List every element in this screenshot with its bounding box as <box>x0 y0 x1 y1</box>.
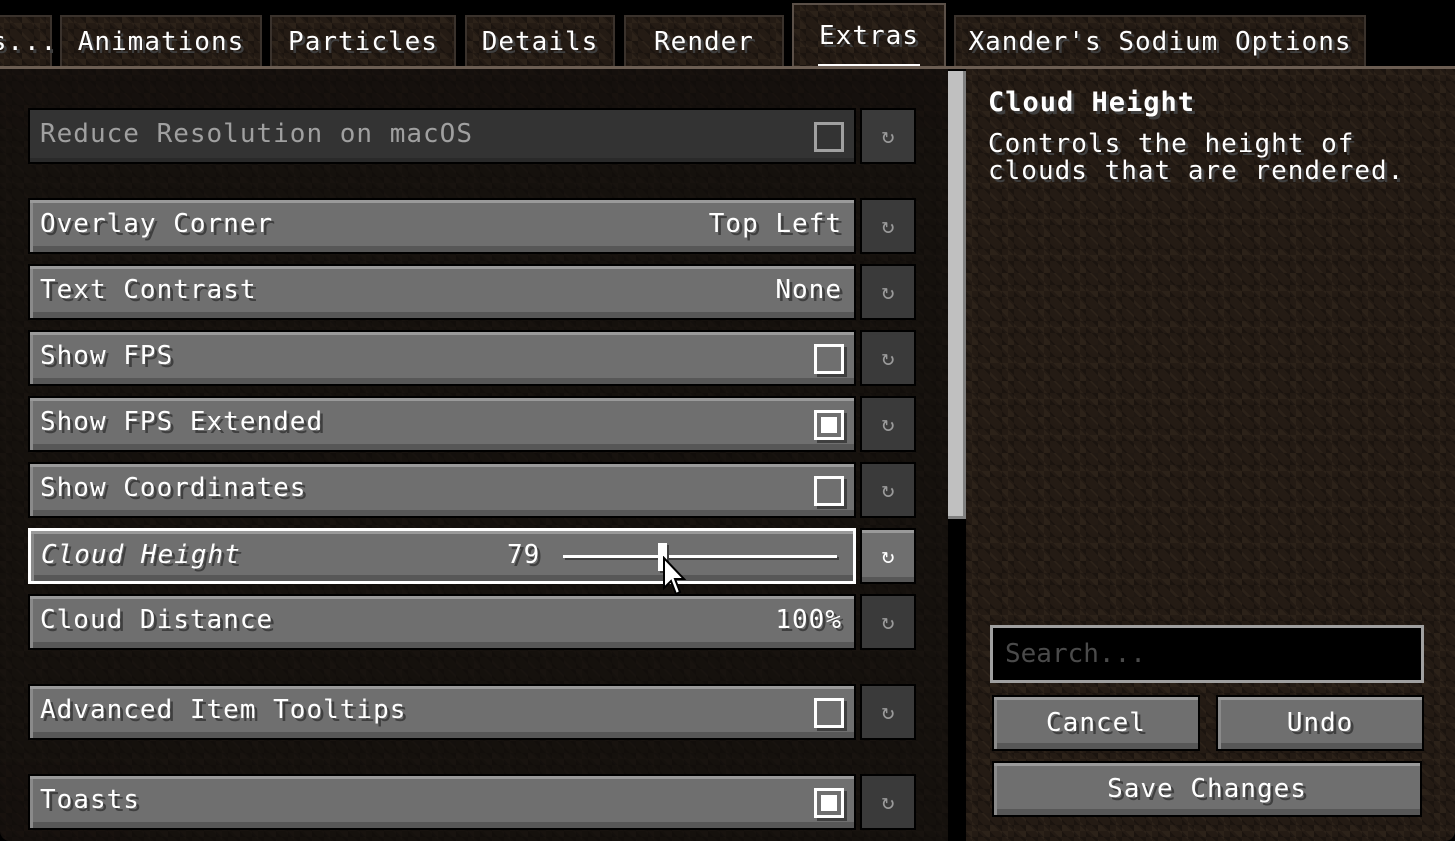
save-changes-button[interactable]: Save Changes <box>992 761 1422 817</box>
tab-label: Xander's Sodium Options <box>968 26 1352 57</box>
option-row-show-fps-extended: Show FPS Extended ↻ <box>28 396 916 452</box>
tab-label: s... <box>0 26 58 57</box>
cancel-label: Cancel <box>1046 708 1146 738</box>
reset-arrow-icon: ↻ <box>881 477 895 503</box>
tab-details[interactable]: Details <box>465 15 615 66</box>
reset-button[interactable]: ↻ <box>860 108 916 164</box>
option-label: Toasts <box>40 785 140 815</box>
option-label: Show FPS <box>40 341 174 371</box>
option-value: 100% <box>775 605 842 635</box>
checkbox[interactable] <box>814 344 844 374</box>
option-label: Overlay Corner <box>40 209 274 239</box>
option-overlay-corner[interactable]: Overlay Corner Top Left <box>28 198 856 254</box>
option-toasts[interactable]: Toasts <box>28 774 856 830</box>
option-value: Top Left <box>708 209 842 239</box>
option-label: Show Coordinates <box>40 473 307 503</box>
option-row-show-coordinates: Show Coordinates ↻ <box>28 462 916 518</box>
reset-button[interactable]: ↻ <box>860 594 916 650</box>
reset-arrow-icon: ↻ <box>881 345 895 371</box>
description-text: Controls the height of clouds that are r… <box>988 129 1405 186</box>
option-label: Text Contrast <box>40 275 257 305</box>
reset-button[interactable]: ↻ <box>860 684 916 740</box>
option-row-cloud-height: Cloud Height 79 ↻ <box>28 528 916 584</box>
reset-button[interactable]: ↻ <box>860 396 916 452</box>
option-label: Cloud Distance <box>40 605 274 635</box>
option-cloud-distance[interactable]: Cloud Distance 100% <box>28 594 856 650</box>
tab-extras[interactable]: Extras <box>792 3 946 68</box>
tab-animations[interactable]: Animations <box>60 15 262 66</box>
checkbox-checked[interactable] <box>814 410 844 440</box>
reset-button[interactable]: ↻ <box>860 462 916 518</box>
option-show-fps[interactable]: Show FPS <box>28 330 856 386</box>
reset-arrow-icon: ↻ <box>881 213 895 239</box>
option-label: Reduce Resolution on macOS <box>40 119 473 149</box>
option-cloud-height[interactable]: Cloud Height 79 <box>28 528 856 584</box>
reset-arrow-icon: ↻ <box>881 699 895 725</box>
option-show-fps-extended[interactable]: Show FPS Extended <box>28 396 856 452</box>
option-row-toasts: Toasts ↻ <box>28 774 916 830</box>
tab-label: Extras <box>819 21 919 51</box>
option-label: Advanced Item Tooltips <box>40 695 407 725</box>
description-title: Cloud Height <box>988 87 1196 118</box>
tab-label: Details <box>481 26 599 57</box>
tab-label: Animations <box>77 26 245 57</box>
checkbox-checked[interactable] <box>814 788 844 818</box>
option-label: Show FPS Extended <box>40 407 324 437</box>
option-row-cloud-distance: Cloud Distance 100% ↻ <box>28 594 916 650</box>
description-panel: Cloud Height Controls the height of clou… <box>966 69 1455 841</box>
reset-arrow-icon: ↻ <box>881 543 895 569</box>
tab-bar: s... Animations Particles Details Render… <box>0 0 1455 69</box>
undo-button[interactable]: Undo <box>1216 695 1424 751</box>
reset-arrow-icon: ↻ <box>881 411 895 437</box>
reset-button[interactable]: ↻ <box>860 528 916 584</box>
cancel-button[interactable]: Cancel <box>992 695 1200 751</box>
tab-particles[interactable]: Particles <box>270 15 456 66</box>
option-row-reduce-resolution: Reduce Resolution on macOS ↻ <box>28 108 916 164</box>
scrollbar-thumb[interactable] <box>948 71 966 519</box>
slider-value: 79 <box>507 540 541 570</box>
tab-label: Render <box>654 26 754 57</box>
checkbox[interactable] <box>814 476 844 506</box>
option-text-contrast[interactable]: Text Contrast None <box>28 264 856 320</box>
tab-xanders-sodium-options[interactable]: Xander's Sodium Options <box>954 15 1366 66</box>
options-list: Reduce Resolution on macOS ↻ Overlay Cor… <box>0 69 948 841</box>
option-advanced-item-tooltips[interactable]: Advanced Item Tooltips <box>28 684 856 740</box>
option-row-overlay-corner: Overlay Corner Top Left ↻ <box>28 198 916 254</box>
slider-handle[interactable] <box>657 543 667 571</box>
tab-label: Particles <box>288 26 438 57</box>
reset-button[interactable]: ↻ <box>860 774 916 830</box>
option-row-advanced-item-tooltips: Advanced Item Tooltips ↻ <box>28 684 916 740</box>
reset-button[interactable]: ↻ <box>860 264 916 320</box>
option-show-coordinates[interactable]: Show Coordinates <box>28 462 856 518</box>
reset-arrow-icon: ↻ <box>881 609 895 635</box>
option-row-text-contrast: Text Contrast None ↻ <box>28 264 916 320</box>
reset-button[interactable]: ↻ <box>860 330 916 386</box>
search-input[interactable] <box>990 625 1424 683</box>
reset-arrow-icon: ↻ <box>881 123 895 149</box>
option-value: None <box>775 275 842 305</box>
tab-previous[interactable]: s... <box>0 15 56 66</box>
reset-button[interactable]: ↻ <box>860 198 916 254</box>
option-reduce-resolution[interactable]: Reduce Resolution on macOS <box>28 108 856 164</box>
reset-arrow-icon: ↻ <box>881 279 895 305</box>
undo-label: Undo <box>1286 708 1354 738</box>
save-label: Save Changes <box>1107 774 1307 804</box>
option-label: Cloud Height <box>41 540 241 570</box>
checkmark-fill <box>821 795 837 811</box>
reset-arrow-icon: ↻ <box>881 789 895 815</box>
option-row-show-fps: Show FPS ↻ <box>28 330 916 386</box>
checkmark-fill <box>821 417 837 433</box>
tab-render[interactable]: Render <box>624 15 784 66</box>
checkbox[interactable] <box>814 698 844 728</box>
slider-track[interactable] <box>563 543 837 571</box>
checkbox[interactable] <box>814 122 844 152</box>
scrollbar[interactable] <box>948 69 966 841</box>
